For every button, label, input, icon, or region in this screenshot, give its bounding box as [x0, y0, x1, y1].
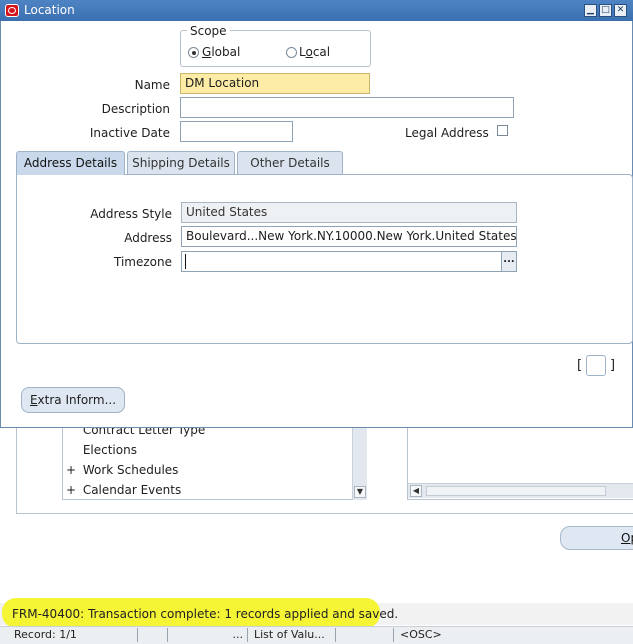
- extra-inform-button[interactable]: Extra Inform...: [21, 387, 125, 413]
- address-style-label: Address Style: [90, 207, 172, 221]
- open-button[interactable]: Op: [560, 526, 633, 550]
- inactive-date-label: Inactive Date: [89, 126, 170, 140]
- global-radio-label[interactable]: Global: [202, 45, 240, 59]
- flexfield-bracket-open: [: [577, 358, 583, 373]
- local-radio-label[interactable]: Local: [299, 45, 330, 59]
- maximize-icon[interactable]: □: [599, 4, 612, 17]
- name-label: Name: [134, 78, 170, 92]
- list-item[interactable]: + Work Schedules: [63, 463, 178, 477]
- list-item[interactable]: + Calendar Events: [63, 483, 181, 497]
- list-item-label: Elections: [82, 443, 137, 457]
- legal-address-label: Legal Address: [405, 126, 489, 140]
- extra-inform-label: Extra Inform...: [29, 393, 117, 407]
- description-label: Description: [101, 102, 170, 116]
- scroll-down-icon[interactable]: ▼: [354, 486, 366, 498]
- global-radio[interactable]: [188, 47, 199, 58]
- status-message: FRM-40400: Transaction complete: 1 recor…: [12, 607, 399, 621]
- close-icon[interactable]: ✕: [614, 4, 627, 17]
- legal-address-checkbox[interactable]: [497, 125, 508, 136]
- tab-shipping-details[interactable]: Shipping Details: [127, 151, 235, 174]
- local-radio[interactable]: [286, 47, 297, 58]
- status-segment-empty-1: [140, 628, 168, 642]
- scroll-left-icon[interactable]: ◀: [410, 485, 422, 497]
- text-cursor: [185, 254, 186, 269]
- navigator-function-list[interactable]: Contract Letter Type Elections + Work Sc…: [62, 420, 367, 500]
- window-title: Location: [24, 3, 75, 17]
- record-indicator: Record: 1/1: [10, 628, 138, 642]
- status-segment-dots: ...: [168, 628, 248, 642]
- tab-other-details[interactable]: Other Details: [237, 151, 343, 174]
- scope-title: Scope: [187, 24, 230, 38]
- scroll-thumb[interactable]: [426, 486, 606, 496]
- expand-icon[interactable]: +: [63, 463, 79, 477]
- list-item-label: Work Schedules: [82, 463, 179, 477]
- horizontal-scrollbar[interactable]: ◀: [408, 483, 633, 498]
- expand-icon[interactable]: +: [63, 483, 79, 497]
- description-field[interactable]: [180, 97, 514, 118]
- address-label: Address: [124, 231, 172, 245]
- osc-indicator: <OSC>: [400, 628, 442, 641]
- minimize-icon[interactable]: ▁: [584, 4, 597, 17]
- flexfield-field[interactable]: [586, 355, 606, 376]
- timezone-field[interactable]: [181, 251, 502, 272]
- address-style-field: United States: [181, 202, 517, 223]
- list-of-values-indicator: List of Valu...: [250, 628, 336, 642]
- timezone-label: Timezone: [114, 255, 172, 269]
- vertical-scrollbar[interactable]: ▼: [352, 420, 367, 500]
- address-field[interactable]: Boulevard...New York.NY.10000.New York.U…: [181, 226, 517, 247]
- flexfield-bracket-close: ]: [610, 358, 616, 373]
- list-item[interactable]: Elections: [63, 443, 137, 457]
- list-item-label: Calendar Events: [82, 483, 182, 497]
- status-segment-empty-2: [338, 628, 394, 642]
- oracle-app-icon: [5, 4, 19, 17]
- timezone-lov-button[interactable]: ...: [502, 251, 517, 272]
- title-bar[interactable]: Location ▁ □ ✕: [0, 0, 633, 21]
- name-field[interactable]: DM Location: [180, 73, 370, 94]
- inactive-date-field[interactable]: [180, 121, 293, 142]
- tab-address-details[interactable]: Address Details: [16, 151, 125, 175]
